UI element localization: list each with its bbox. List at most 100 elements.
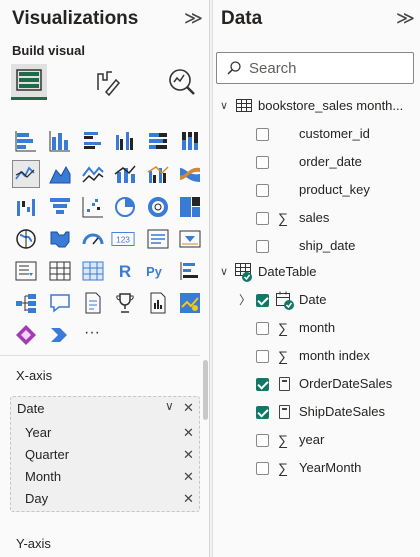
table-name: bookstore_sales month... bbox=[258, 98, 404, 113]
chevron-down-icon[interactable]: ∨ bbox=[220, 259, 228, 285]
visualizations-pane: Visualizations ≫ Build visual 123 R Py ·… bbox=[0, 0, 210, 557]
table-icon[interactable] bbox=[48, 259, 72, 283]
hierarchy-level-quarter[interactable]: Quarter bbox=[25, 447, 69, 462]
field-checkbox[interactable] bbox=[256, 434, 269, 447]
hierarchy-level-month[interactable]: Month bbox=[25, 469, 61, 484]
treemap-icon[interactable] bbox=[178, 195, 202, 219]
remove-field-date-icon[interactable]: ✕ bbox=[183, 400, 194, 416]
svg-text:Py: Py bbox=[146, 264, 163, 279]
svg-text:R: R bbox=[119, 262, 131, 281]
kpi-icon[interactable] bbox=[178, 227, 202, 251]
matrix-icon[interactable] bbox=[81, 259, 105, 283]
field-checkbox-checked[interactable] bbox=[256, 406, 269, 419]
field-row[interactable]: OrderDateSales bbox=[212, 371, 420, 397]
metrics-trophy-icon[interactable] bbox=[113, 291, 137, 315]
slicer-icon[interactable] bbox=[14, 259, 38, 283]
remove-month-icon[interactable]: ✕ bbox=[183, 469, 194, 485]
field-checkbox[interactable] bbox=[256, 128, 269, 141]
collapse-data-pane-icon[interactable]: ≫ bbox=[396, 8, 415, 29]
stacked-bar-chart-icon[interactable] bbox=[14, 129, 38, 153]
date-table-icon bbox=[235, 263, 252, 282]
more-visuals-icon[interactable]: ··· bbox=[78, 321, 106, 345]
chevron-down-icon[interactable]: ∨ bbox=[165, 399, 174, 413]
x-axis-field-well[interactable]: Date ∨ ✕ Year ✕ Quarter ✕ Month ✕ Day ✕ bbox=[10, 396, 200, 512]
table-bookstore-sales[interactable]: ∨ bookstore_sales month... bbox=[212, 93, 420, 119]
donut-chart-icon[interactable] bbox=[146, 195, 170, 219]
field-checkbox[interactable] bbox=[256, 184, 269, 197]
format-visual-tab[interactable] bbox=[92, 66, 128, 102]
sigma-icon: ∑ bbox=[278, 432, 288, 448]
qa-visual-icon[interactable] bbox=[48, 291, 72, 315]
hierarchy-level-day[interactable]: Day bbox=[25, 491, 48, 506]
field-row[interactable]: ∑ sales bbox=[212, 205, 420, 231]
line-and-stacked-column-chart-icon[interactable] bbox=[113, 162, 137, 186]
field-checkbox[interactable] bbox=[256, 212, 269, 225]
power-automate-icon[interactable] bbox=[48, 323, 72, 347]
stacked-area-chart-icon[interactable] bbox=[81, 162, 105, 186]
field-label: month bbox=[299, 320, 336, 335]
field-row[interactable]: ∑ year bbox=[212, 427, 420, 453]
field-row[interactable]: 〉 Date bbox=[212, 287, 420, 313]
stacked-column-chart-icon[interactable] bbox=[48, 129, 72, 153]
field-label: year bbox=[299, 432, 325, 447]
ribbon-chart-icon[interactable] bbox=[178, 162, 202, 186]
line-chart-icon[interactable] bbox=[12, 160, 40, 188]
smart-narrative-icon[interactable] bbox=[81, 291, 105, 315]
multi-row-card-icon[interactable] bbox=[146, 227, 170, 251]
format-visual-icon bbox=[97, 71, 121, 97]
pie-chart-icon[interactable] bbox=[113, 195, 137, 219]
chevron-right-icon[interactable]: 〉 bbox=[239, 287, 251, 313]
filled-map-icon[interactable] bbox=[48, 227, 72, 251]
field-row[interactable]: ∑ month bbox=[212, 315, 420, 341]
analytics-tab[interactable] bbox=[166, 66, 202, 102]
field-checkbox[interactable] bbox=[256, 350, 269, 363]
scatter-chart-icon[interactable] bbox=[81, 195, 105, 219]
map-icon[interactable] bbox=[14, 227, 38, 251]
gauge-icon[interactable] bbox=[81, 227, 105, 251]
table-datetable[interactable]: ∨ DateTable bbox=[212, 259, 420, 285]
hierarchy-level-year[interactable]: Year bbox=[25, 425, 51, 440]
date-hierarchy-icon bbox=[276, 291, 294, 310]
field-row[interactable]: ship_date bbox=[212, 233, 420, 259]
collapse-visualizations-icon[interactable]: ≫ bbox=[184, 8, 203, 29]
100-stacked-bar-chart-icon[interactable] bbox=[146, 129, 170, 153]
card-icon[interactable]: 123 bbox=[111, 227, 137, 251]
waterfall-chart-icon[interactable] bbox=[14, 195, 38, 219]
decomposition-tree-icon[interactable] bbox=[14, 291, 38, 315]
field-row[interactable]: ShipDateSales bbox=[212, 399, 420, 425]
field-row[interactable]: customer_id bbox=[212, 121, 420, 147]
remove-day-icon[interactable]: ✕ bbox=[183, 491, 194, 507]
power-apps-icon[interactable] bbox=[14, 323, 38, 347]
field-checkbox-checked[interactable] bbox=[256, 294, 269, 307]
search-box[interactable]: Search bbox=[216, 52, 414, 84]
remove-quarter-icon[interactable]: ✕ bbox=[183, 447, 194, 463]
paginated-report-icon[interactable] bbox=[146, 291, 170, 315]
field-row[interactable]: ∑ YearMonth bbox=[212, 455, 420, 481]
clustered-column-chart-icon[interactable] bbox=[113, 129, 137, 153]
100-stacked-column-chart-icon[interactable] bbox=[178, 129, 202, 153]
svg-text:123: 123 bbox=[116, 235, 130, 245]
r-script-visual-icon[interactable]: R bbox=[113, 259, 137, 283]
visualizations-scrollbar[interactable] bbox=[203, 360, 208, 420]
build-visual-icon bbox=[16, 69, 42, 91]
azure-map-icon[interactable] bbox=[178, 291, 202, 315]
python-visual-icon[interactable]: Py bbox=[142, 259, 172, 283]
build-visual-tab[interactable] bbox=[11, 64, 47, 100]
line-and-clustered-column-chart-icon[interactable] bbox=[146, 162, 170, 186]
field-checkbox[interactable] bbox=[256, 462, 269, 475]
field-checkbox[interactable] bbox=[256, 156, 269, 169]
x-axis-field-date[interactable]: Date bbox=[17, 401, 44, 416]
field-label: YearMonth bbox=[299, 460, 362, 475]
field-checkbox[interactable] bbox=[256, 240, 269, 253]
key-influencers-icon[interactable] bbox=[178, 259, 202, 283]
remove-year-icon[interactable]: ✕ bbox=[183, 425, 194, 441]
funnel-chart-icon[interactable] bbox=[48, 195, 72, 219]
field-checkbox-checked[interactable] bbox=[256, 378, 269, 391]
field-row[interactable]: product_key bbox=[212, 177, 420, 203]
field-row[interactable]: order_date bbox=[212, 149, 420, 175]
chevron-down-icon[interactable]: ∨ bbox=[220, 93, 228, 119]
clustered-bar-chart-icon[interactable] bbox=[81, 129, 105, 153]
field-checkbox[interactable] bbox=[256, 322, 269, 335]
area-chart-icon[interactable] bbox=[48, 162, 72, 186]
field-row[interactable]: ∑ month index bbox=[212, 343, 420, 369]
